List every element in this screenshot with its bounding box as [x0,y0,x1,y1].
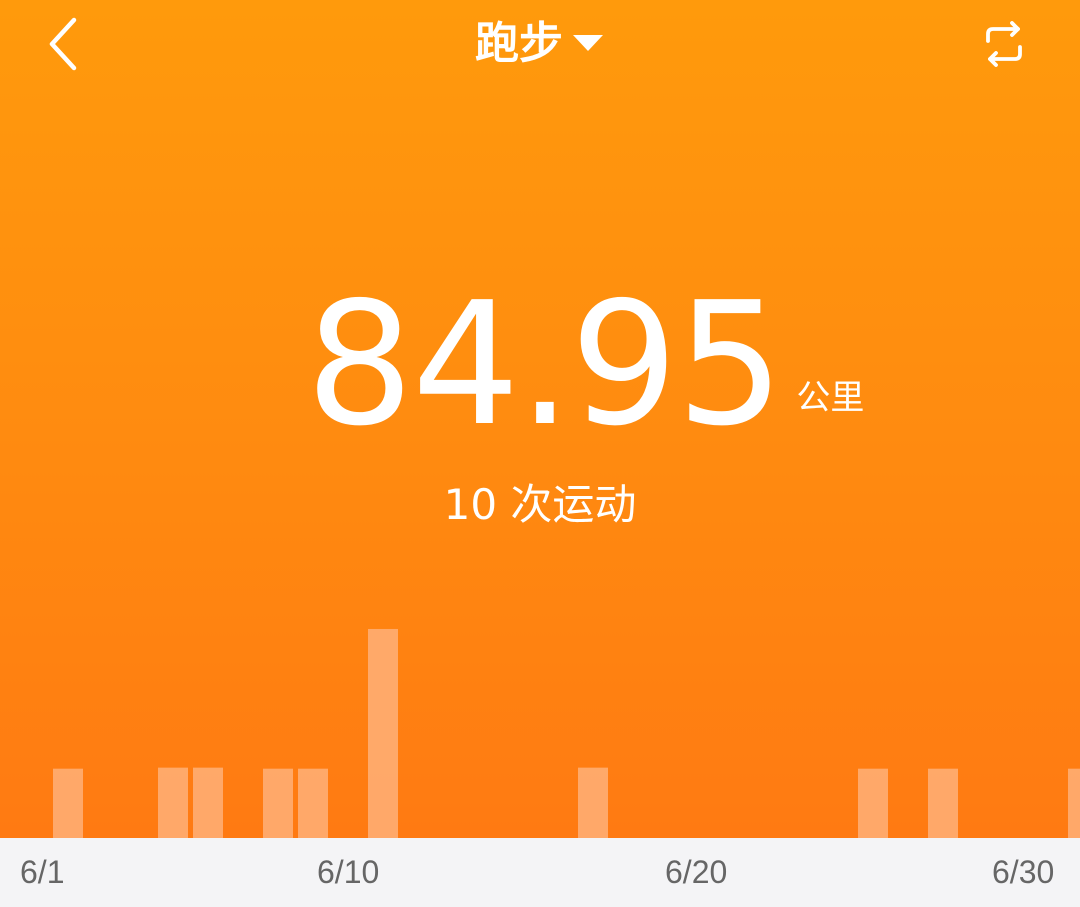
x-tick-label: 6/30 [992,854,1055,890]
x-tick-label: 6/20 [665,854,728,890]
x-axis: 6/1 6/10 6/20 6/30 [0,838,1080,907]
sport-type-selector[interactable]: 跑步 [0,16,1080,72]
distance-value: 84.95 [305,266,785,464]
bar-day-16[interactable] [578,767,608,838]
bar-day-24[interactable] [858,768,888,838]
bar-chart-canvas [53,628,1080,838]
bar-day-5[interactable] [193,767,223,838]
bar-day-7[interactable] [263,768,293,838]
distance-group: 84.95 公里 [306,280,865,450]
repeat-icon [986,21,1022,67]
daily-distance-chart[interactable] [0,600,1080,838]
bar-day-8[interactable] [298,768,328,838]
bar-day-30[interactable] [1068,768,1080,838]
x-tick-label: 6/1 [20,854,65,890]
switch-button[interactable] [976,16,1032,72]
x-tick-label: 6/10 [317,854,380,890]
summary-panel: 跑步 84.95 公里 10 次运动 [0,0,1080,838]
session-count: 10 次运动 [443,480,637,529]
distance-unit: 公里 [796,378,865,418]
bar-day-10[interactable] [368,628,398,838]
total-distance: 84.95 公里 [0,280,1080,450]
bar-day-1[interactable] [53,768,83,838]
bar-day-26[interactable] [928,768,958,838]
page-title: 跑步 [475,18,563,69]
bar-day-4[interactable] [158,767,188,838]
caret-down-icon [573,35,603,51]
top-bar: 跑步 [0,0,1080,90]
